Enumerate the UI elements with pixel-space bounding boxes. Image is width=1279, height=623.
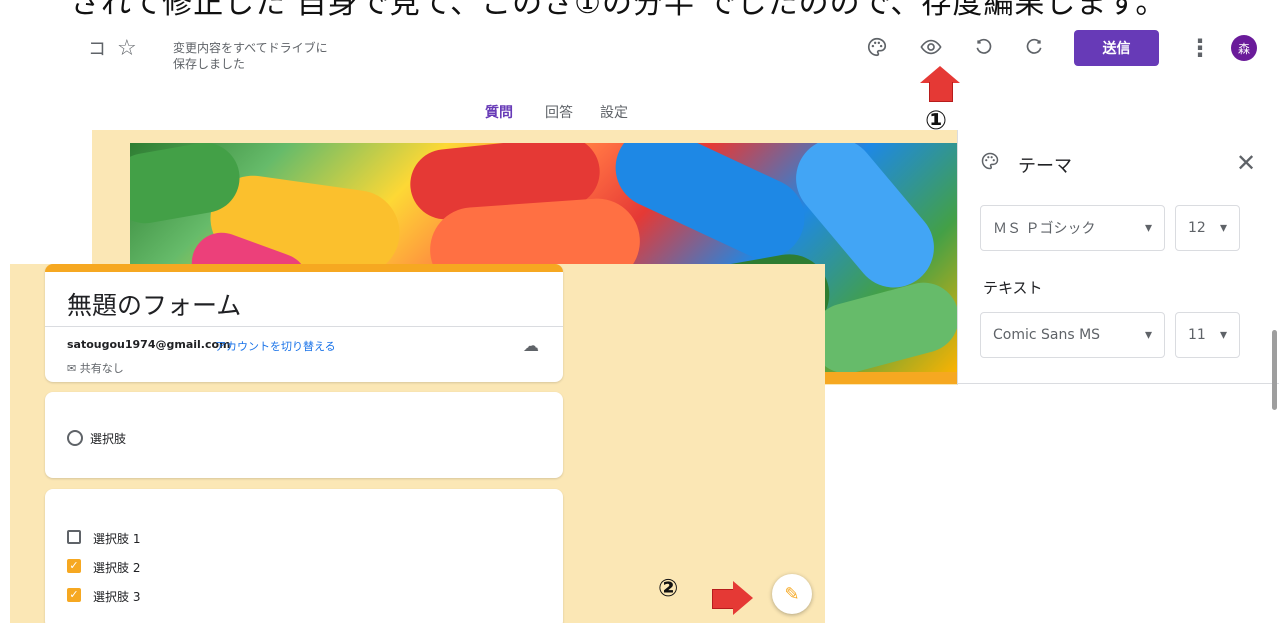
not-shared-label: ✉ 共有なし bbox=[67, 360, 124, 376]
tab-questions[interactable]: 質問 bbox=[485, 102, 513, 122]
text-font-value: Comic Sans MS bbox=[993, 327, 1101, 343]
form-title-card: 無題のフォーム satougou1974@gmail.com アカウントを切り替… bbox=[45, 264, 563, 382]
checkbox-option-label: 選択肢 1 bbox=[93, 532, 141, 546]
radio-button[interactable] bbox=[67, 430, 83, 446]
red-arrow-right-body bbox=[712, 589, 735, 609]
panel-scrollbar[interactable] bbox=[1272, 330, 1277, 410]
send-button[interactable]: 送信 bbox=[1074, 30, 1159, 66]
checkbox-option-label: 選択肢 3 bbox=[93, 590, 141, 604]
text-font-select[interactable]: Comic Sans MS ▾ bbox=[980, 312, 1165, 358]
marker-two: ② bbox=[658, 574, 679, 602]
title-divider bbox=[45, 326, 563, 327]
instruction-text: されて修正した 自身で見て、このさ①の分半 でしたのので、存度編果します。 bbox=[70, 0, 1167, 21]
banner-accent-strip bbox=[820, 372, 960, 384]
pencil-icon: ✎ bbox=[784, 583, 800, 605]
not-shared-text: 共有なし bbox=[79, 362, 124, 375]
close-icon[interactable]: ✕ bbox=[1236, 149, 1256, 177]
eye-icon[interactable] bbox=[919, 36, 943, 63]
panel-divider bbox=[957, 383, 1279, 384]
text-size-select[interactable]: 11 ▾ bbox=[1175, 312, 1240, 358]
edit-button[interactable]: ✎ bbox=[772, 574, 812, 614]
account-email: satougou1974@gmail.com bbox=[67, 338, 231, 351]
dropdown-arrow-icon: ▾ bbox=[1144, 220, 1152, 236]
tab-responses[interactable]: 回答 bbox=[545, 102, 573, 122]
question-card-checkbox: 選択肢 1 ✓ 選択肢 2 ✓ 選択肢 3 bbox=[45, 489, 563, 623]
save-status: 変更内容をすべてドライブに 保存しました bbox=[173, 40, 373, 72]
switch-account-link[interactable]: アカウントを切り替える bbox=[215, 338, 336, 354]
checkbox-option-label: 選択肢 2 bbox=[93, 561, 141, 575]
checkbox-3[interactable]: ✓ bbox=[67, 588, 81, 602]
red-arrow-up-head bbox=[920, 66, 960, 83]
share-icon: ✉ bbox=[67, 362, 77, 375]
dropdown-arrow-icon: ▾ bbox=[1219, 220, 1227, 236]
folder-icon[interactable]: コ bbox=[88, 41, 106, 59]
checkbox-1[interactable] bbox=[67, 530, 81, 544]
form-title: 無題のフォーム bbox=[67, 291, 242, 320]
save-status-line1: 変更内容をすべてドライブに bbox=[173, 41, 328, 55]
more-options-icon[interactable]: ⋮ bbox=[1188, 36, 1212, 60]
checkbox-2[interactable]: ✓ bbox=[67, 559, 81, 573]
header-size-value: 12 bbox=[1188, 220, 1206, 236]
cloud-icon: ☁ bbox=[523, 336, 539, 355]
save-status-line2: 保存しました bbox=[173, 57, 246, 71]
radio-option-label: 選択肢 bbox=[90, 432, 127, 446]
avatar[interactable]: 森 bbox=[1231, 35, 1257, 61]
palette-icon[interactable] bbox=[866, 36, 888, 63]
header-font-select[interactable]: ＭＳ Ｐゴシック ▾ bbox=[980, 205, 1165, 251]
question-card-radio: 選択肢 bbox=[45, 392, 563, 478]
redo-icon[interactable] bbox=[1024, 36, 1044, 63]
text-size-value: 11 bbox=[1188, 327, 1206, 343]
header-font-value: ＭＳ Ｐゴシック bbox=[993, 221, 1096, 237]
undo-icon[interactable] bbox=[974, 36, 994, 63]
red-arrow-up-body bbox=[929, 82, 953, 102]
theme-panel-title: テーマ bbox=[1018, 156, 1072, 177]
dropdown-arrow-icon: ▾ bbox=[1144, 327, 1152, 343]
tab-settings[interactable]: 設定 bbox=[600, 102, 628, 122]
form-preview: 無題のフォーム satougou1974@gmail.com アカウントを切り替… bbox=[10, 264, 825, 623]
text-section-label: テキスト bbox=[983, 279, 1043, 297]
header-size-select[interactable]: 12 ▾ bbox=[1175, 205, 1240, 251]
red-arrow-right-head bbox=[733, 581, 753, 615]
palette-icon bbox=[980, 151, 1000, 176]
star-icon[interactable]: ☆ bbox=[117, 38, 137, 60]
dropdown-arrow-icon: ▾ bbox=[1219, 327, 1227, 343]
